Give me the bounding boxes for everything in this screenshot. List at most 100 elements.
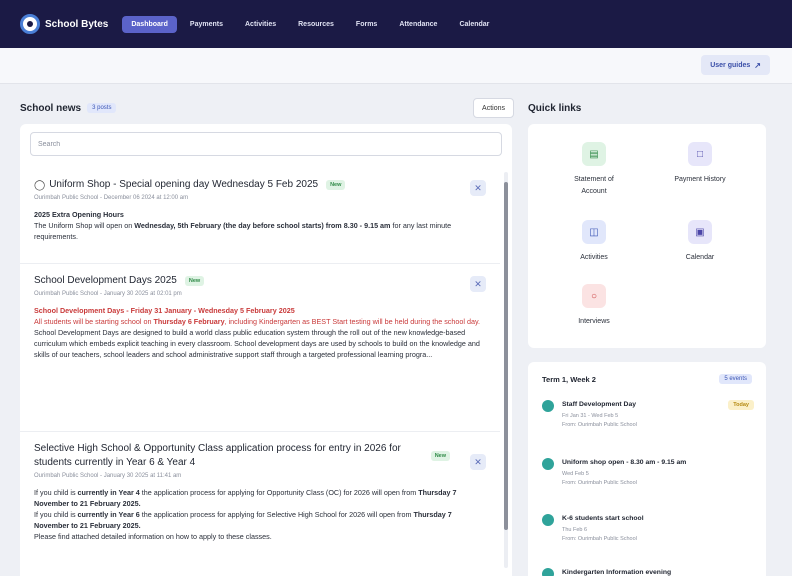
post-heading: 2025 Extra Opening Hours	[34, 210, 124, 219]
document-icon: ▤	[582, 142, 606, 166]
posts-count-badge: 3 posts	[87, 103, 117, 113]
post-body-bold: currently in Year 4	[77, 488, 140, 497]
dismiss-post-button[interactable]: ✕	[470, 454, 486, 470]
event-dot-icon	[542, 400, 554, 412]
dismiss-post-button[interactable]: ✕	[470, 276, 486, 292]
event-title: Staff Development Day	[562, 401, 637, 408]
actions-button[interactable]: Actions	[473, 98, 514, 118]
nav-item-attendance[interactable]: Attendance	[390, 16, 446, 33]
quick-link-activities[interactable]: ◫ Activities	[544, 220, 644, 264]
new-badge: New	[430, 451, 450, 461]
sub-header-bar: User guides ↗	[0, 48, 792, 84]
event-dot-icon	[542, 458, 554, 470]
post-body-text: If you child is	[34, 488, 78, 497]
event-dates: Thu Feb 6	[562, 527, 588, 533]
book-icon: ◫	[582, 220, 606, 244]
event-dates: Fri Jan 31 - Wed Feb 5	[562, 413, 619, 419]
school-news-panel: ◯ Uniform Shop - Special opening day Wed…	[20, 124, 512, 576]
quick-link-statement-of-account[interactable]: ▤ Statement of Account	[544, 142, 644, 198]
brand[interactable]: School Bytes	[20, 14, 108, 34]
calendar-icon: ▣	[688, 220, 712, 244]
post-body: If you child is currently in Year 6 the …	[34, 509, 486, 531]
post-title-row: School Development Days 2025 New	[34, 274, 486, 288]
event-source: From: Ourimbah Public School	[562, 536, 637, 542]
today-badge: Today	[728, 400, 754, 410]
post-body: If you child is currently in Year 4 the …	[34, 487, 486, 509]
school-news-header: School news 3 posts Actions	[20, 98, 514, 118]
event-item[interactable]: Kindergarten Information evening	[542, 568, 754, 576]
quick-links-title: Quick links	[528, 102, 582, 114]
school-bytes-logo-icon	[20, 14, 40, 34]
event-source: From: Ourimbah Public School	[562, 480, 637, 486]
quick-link-payment-history[interactable]: □ Payment History	[650, 142, 750, 186]
new-badge: New	[326, 180, 346, 190]
post-alert-text: , including Kindergarten as BEST Start t…	[224, 317, 481, 326]
post-body-bold: Wednesday, 5th February (the day before …	[134, 221, 391, 230]
news-scrollbar[interactable]	[504, 172, 508, 568]
post-alert-heading: School Development Days - Friday 31 Janu…	[34, 306, 295, 315]
post-title[interactable]: Selective High School & Opportunity Clas…	[34, 442, 423, 470]
news-search-input[interactable]	[30, 132, 502, 156]
event-item[interactable]: Staff Development Day Fri Jan 31 - Wed F…	[542, 400, 754, 440]
quick-link-label: Interviews	[578, 318, 610, 325]
scrollbar-thumb[interactable]	[504, 182, 508, 530]
top-navigation-bar: School Bytes Dashboard Payments Activiti…	[0, 0, 792, 48]
post-body-text: the application process for applying for…	[139, 510, 414, 519]
user-guides-label: User guides	[710, 61, 751, 69]
event-source: From: Ourimbah Public School	[562, 422, 637, 428]
post-alert-bold: Thursday 6 February	[153, 317, 225, 326]
nav-item-resources[interactable]: Resources	[289, 16, 343, 33]
quick-link-label: Activities	[580, 254, 608, 261]
term-header: Term 1, Week 2 5 events	[542, 374, 752, 384]
event-item[interactable]: K-6 students start school Thu Feb 6 From…	[542, 514, 754, 554]
quick-links-panel: ▤ Statement of Account □ Payment History…	[528, 124, 766, 348]
close-icon: ✕	[474, 182, 482, 193]
post-body: School Development Days are designed to …	[34, 328, 480, 359]
events-count-badge: 5 events	[719, 374, 752, 384]
post-alert-body: All students will be starting school on …	[34, 316, 486, 327]
dismiss-post-button[interactable]: ✕	[470, 180, 486, 196]
user-guides-button[interactable]: User guides ↗	[701, 55, 770, 75]
post-meta: Ourimbah Public School - December 06 202…	[34, 195, 189, 201]
event-title: K-6 students start school	[562, 515, 644, 522]
post-body-text: The Uniform Shop will open on	[34, 221, 135, 230]
post-body-text: the application process for applying for…	[139, 488, 419, 497]
bookmark-icon: □	[688, 142, 712, 166]
post-body-text: If you child is	[34, 510, 78, 519]
nav-item-payments[interactable]: Payments	[181, 16, 232, 33]
school-news-title: School news	[20, 102, 82, 114]
post-meta: Ourimbah Public School - January 30 2025…	[34, 291, 182, 297]
post-meta: Ourimbah Public School - January 30 2025…	[34, 473, 182, 479]
news-post: School Development Days 2025 New Ourimba…	[20, 264, 500, 432]
quick-links-header: Quick links	[528, 98, 581, 118]
event-title: Kindergarten Information evening	[562, 569, 672, 576]
term-title: Term 1, Week 2	[542, 374, 596, 384]
main-nav: Dashboard Payments Activities Resources …	[122, 15, 498, 33]
post-title[interactable]: School Development Days 2025	[34, 274, 177, 288]
close-icon: ✕	[474, 456, 482, 467]
post-title-row: ◯ Uniform Shop - Special opening day Wed…	[34, 178, 486, 192]
nav-item-forms[interactable]: Forms	[347, 16, 386, 33]
news-list[interactable]: ◯ Uniform Shop - Special opening day Wed…	[20, 168, 500, 576]
brand-name: School Bytes	[45, 18, 109, 30]
nav-item-dashboard[interactable]: Dashboard	[122, 15, 177, 33]
quick-link-calendar[interactable]: ▣ Calendar	[650, 220, 750, 264]
post-body: The Uniform Shop will open on Wednesday,…	[34, 220, 486, 242]
event-title: Uniform shop open - 8.30 am - 9.15 am	[562, 459, 687, 466]
quick-link-interviews[interactable]: ○ Interviews	[544, 284, 644, 328]
event-dot-icon	[542, 568, 554, 576]
term-events-panel: Term 1, Week 2 5 events Staff Developmen…	[528, 362, 766, 576]
news-post: Selective High School & Opportunity Clas…	[20, 432, 500, 576]
quick-link-label: Payment History	[674, 176, 726, 183]
quick-link-label: Calendar	[685, 254, 715, 261]
nav-item-activities[interactable]: Activities	[236, 16, 285, 33]
post-body: Please find attached detailed informatio…	[34, 532, 272, 541]
nav-item-calendar[interactable]: Calendar	[450, 16, 498, 33]
new-badge: New	[184, 276, 205, 286]
event-dates: Wed Feb 5	[562, 471, 589, 477]
quick-link-label: Statement of Account	[574, 176, 614, 195]
close-icon: ✕	[474, 278, 482, 289]
post-title[interactable]: Uniform Shop - Special opening day Wedne…	[49, 178, 318, 192]
event-dot-icon	[542, 514, 554, 526]
event-item[interactable]: Uniform shop open - 8.30 am - 9.15 am We…	[542, 458, 754, 498]
